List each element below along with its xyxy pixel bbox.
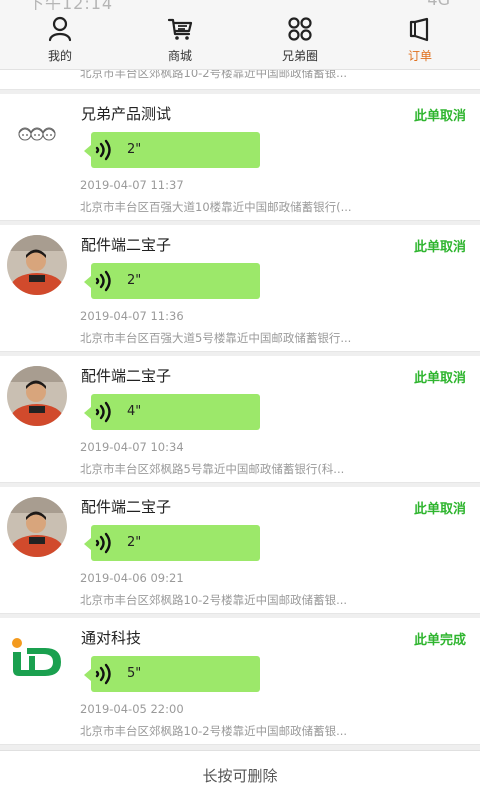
user-name: 兄弟产品测试 [81, 105, 172, 123]
tab-label: 商城 [167, 49, 192, 63]
order-status[interactable]: 此单完成 [414, 629, 466, 648]
person-icon [48, 16, 72, 42]
tab-label: 兄弟圈 [281, 49, 318, 63]
avatar [7, 628, 67, 688]
list-item[interactable]: 北京市丰台区郊枫路10-2号楼靠近中国邮政储蓄银... [0, 70, 480, 90]
order-item[interactable]: 兄弟产品测试 此单取消 2" 2019-04-07 11:37 北京市丰台区百强… [0, 94, 480, 221]
circles-icon [288, 17, 312, 41]
user-name: 配件端二宝子 [81, 498, 172, 516]
voice-message-button[interactable]: 2" [84, 263, 260, 299]
voice-message-button[interactable]: 2" [84, 525, 260, 561]
voice-message-button[interactable]: 4" [84, 394, 260, 430]
avatar [7, 235, 67, 295]
status-time: 下午12:14 [28, 0, 114, 10]
signal-indicator: 4G [427, 0, 450, 9]
company-logo-icon [7, 628, 67, 688]
order-time: 2019-04-07 11:37 [80, 178, 184, 192]
person-avatar-icon [7, 366, 67, 426]
voice-wave-icon [95, 532, 111, 554]
order-address: 北京市丰台区百强大道10楼靠近中国邮政储蓄银行(... [80, 200, 352, 214]
voice-duration: 2" [127, 535, 142, 550]
status-bar: 下午12:14 4G [0, 0, 480, 10]
order-time: 2019-04-07 10:34 [80, 440, 184, 454]
order-status[interactable]: 此单取消 [414, 498, 466, 517]
voice-duration: 4" [127, 404, 142, 419]
voice-message-button[interactable]: 2" [84, 132, 260, 168]
tab-label: 我的 [47, 49, 72, 63]
top-nav: 下午12:14 4G 我的 商城 [0, 0, 480, 70]
order-address: 北京市丰台区郊枫路10-2号楼靠近中国邮政储蓄银... [80, 593, 348, 607]
order-address: 北京市丰台区百强大道5号楼靠近中国邮政储蓄银行... [80, 331, 352, 345]
voice-wave-icon [95, 270, 111, 292]
avatar [7, 497, 67, 557]
tab-orders[interactable]: 订单 [360, 10, 480, 70]
person-avatar-icon [7, 497, 67, 557]
voice-message-button[interactable]: 5" [84, 656, 260, 692]
tab-bar: 我的 商城 兄弟圈 订单 [0, 10, 480, 70]
order-item[interactable]: 配件端二宝子 此单取消 2" 2019-04-06 09:21 北京市丰台区郊枫… [0, 487, 480, 614]
delete-hint: 长按可删除 [202, 767, 278, 785]
dolls-avatar-icon [7, 104, 67, 164]
voice-wave-icon [95, 139, 111, 161]
voice-duration: 5" [127, 666, 142, 681]
cart-icon [167, 18, 193, 40]
order-list[interactable]: 北京市丰台区郊枫路10-2号楼靠近中国邮政储蓄银... 兄弟产品测试 此单取消 [0, 70, 480, 750]
tab-brothers-circle[interactable]: 兄弟圈 [240, 10, 360, 70]
tab-label: 订单 [407, 49, 432, 63]
avatar [7, 366, 67, 426]
user-name: 配件端二宝子 [81, 367, 172, 385]
tab-mall[interactable]: 商城 [120, 10, 240, 70]
voice-duration: 2" [127, 273, 142, 288]
megaphone-icon [409, 17, 429, 42]
footer-bar: 长按可删除 [0, 750, 480, 800]
order-time: 2019-04-06 09:21 [80, 571, 184, 585]
order-time: 2019-04-07 11:36 [80, 309, 184, 323]
order-status[interactable]: 此单取消 [414, 236, 466, 255]
tab-mine[interactable]: 我的 [0, 10, 120, 70]
order-item[interactable]: 配件端二宝子 此单取消 4" 2019-04-07 10:34 北京市丰台区郊枫… [0, 356, 480, 483]
order-time: 2019-04-05 22:00 [80, 702, 184, 716]
order-item[interactable]: 通对科技 此单完成 5" 2019-04-05 22:00 北京市丰台区郊枫路1… [0, 618, 480, 745]
order-item[interactable]: 配件端二宝子 此单取消 2" 2019-04-07 11:36 北京市丰台区百强… [0, 225, 480, 352]
person-avatar-icon [7, 235, 67, 295]
voice-wave-icon [95, 401, 111, 423]
avatar [7, 104, 67, 164]
order-address: 北京市丰台区郊枫路10-2号楼靠近中国邮政储蓄银... [80, 70, 348, 80]
user-name: 通对科技 [81, 629, 142, 647]
order-status[interactable]: 此单取消 [414, 105, 466, 124]
order-address: 北京市丰台区郊枫路5号靠近中国邮政储蓄银行(科... [80, 462, 345, 476]
voice-wave-icon [95, 663, 111, 685]
order-address: 北京市丰台区郊枫路10-2号楼靠近中国邮政储蓄银... [80, 724, 348, 738]
user-name: 配件端二宝子 [81, 236, 172, 254]
order-status[interactable]: 此单取消 [414, 367, 466, 386]
voice-duration: 2" [127, 142, 142, 157]
